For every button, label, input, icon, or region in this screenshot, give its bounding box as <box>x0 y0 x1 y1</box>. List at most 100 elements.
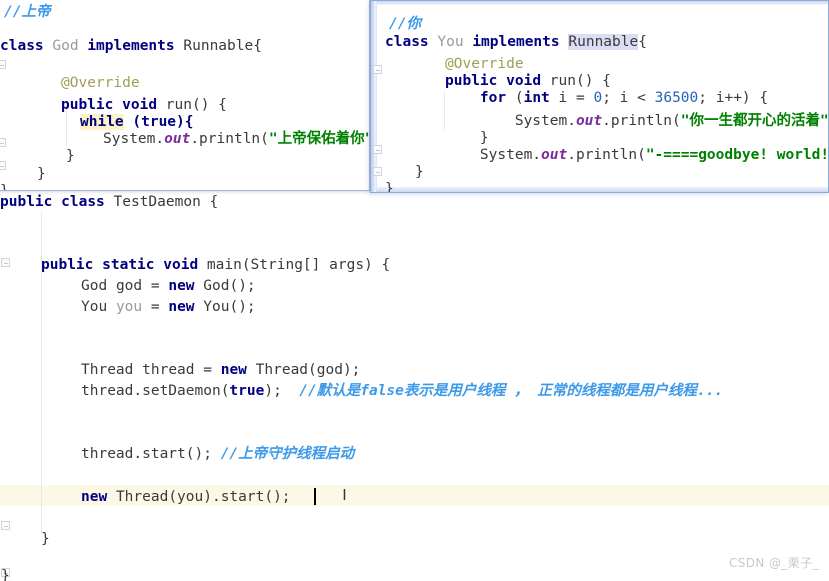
keyword-true: true <box>229 383 265 399</box>
popup-left-annotation: @Override <box>61 73 140 94</box>
popup-right-close-method: } <box>415 162 424 183</box>
closing-brace: } <box>0 183 9 191</box>
while-condition-true: (true){ <box>132 114 194 130</box>
keyword-new: new <box>81 489 108 505</box>
class-name-god: God <box>52 38 79 54</box>
variable-you-unused: you <box>115 299 143 315</box>
method-run: run() { <box>165 97 227 113</box>
popup-left-close-class: } <box>0 181 9 191</box>
field-out: out <box>541 147 568 163</box>
popup-left-comment-line: //上帝 <box>4 2 50 23</box>
closing-brace: } <box>37 166 46 182</box>
main-params: (String[] args) { <box>241 257 391 273</box>
gutter-fold-marker[interactable] <box>373 145 382 154</box>
separator: ; <box>602 90 620 106</box>
keyword-class: class <box>385 34 429 50</box>
number-zero: 0 <box>593 90 603 106</box>
paren: ( <box>506 90 524 106</box>
code-line-god-instantiation[interactable]: God god = new God(); <box>81 276 256 297</box>
string-literal-happy-life: "你一生都开心的活着" <box>680 113 829 129</box>
field-out: out <box>575 113 603 129</box>
keyword-static: static <box>102 257 155 273</box>
closing-brace-class: } <box>1 568 10 581</box>
assign: = <box>194 362 221 378</box>
gutter-fold-marker[interactable] <box>0 138 6 147</box>
separator: ; <box>698 90 716 106</box>
keyword-public: public <box>0 194 53 210</box>
string-literal-goodbye-world: "-====goodbye! world!=======" <box>645 147 829 163</box>
popup-god-class-preview[interactable]: //上帝 class God implements Runnable{ @Ove… <box>0 0 370 191</box>
number-limit: 36500 <box>654 90 699 106</box>
method-println: .println( <box>602 113 681 129</box>
code-line-thread-creation[interactable]: Thread thread = new Thread(god); <box>81 360 360 381</box>
method-println: .println( <box>567 147 646 163</box>
comment-shangdi: //上帝 <box>4 4 51 20</box>
type-thread: Thread <box>81 362 134 378</box>
variable-thread: thread <box>142 362 195 378</box>
code-line-setdaemon[interactable]: thread.setDaemon(true); //默认是false表示是用户线… <box>81 381 723 402</box>
gutter-fold-marker[interactable] <box>373 65 382 74</box>
popup-right-println-goodbye: System.out.println("-====goodbye! world!… <box>445 145 829 166</box>
method-name-main: main <box>206 257 242 273</box>
class-name-you: You <box>437 34 464 50</box>
screenshot-root: public class TestDaemon { public static … <box>0 0 829 581</box>
closing-brace: } <box>479 130 489 146</box>
inline-comment-setdaemon: //默认是false表示是用户线程 ， 正常的线程都是用户线程... <box>299 383 724 399</box>
gutter-fold-marker[interactable] <box>373 167 382 176</box>
constructor-you: You(); <box>203 299 256 315</box>
type-you: You <box>81 299 108 315</box>
gutter-fold-marker[interactable] <box>0 60 6 69</box>
popup-left-close-method: } <box>37 164 46 185</box>
call-setdaemon: .setDaemon( <box>133 383 230 399</box>
keyword-new: new <box>168 278 195 294</box>
gutter-fold-marker[interactable] <box>1 521 10 530</box>
keyword-new: new <box>168 299 195 315</box>
popup-right-for-loop: for (int i = 0; i < 36500; i++) { <box>445 88 768 109</box>
popup-right-class-declaration: class You implements Runnable{ <box>385 32 647 53</box>
code-line-you-instantiation[interactable]: You you = new You(); <box>81 297 256 318</box>
keyword-implements: implements <box>472 34 560 50</box>
keyword-void: void <box>506 73 542 89</box>
code-line-class-declaration[interactable]: public class TestDaemon { <box>0 192 218 213</box>
code-line-thread-start[interactable]: thread.start(); //上帝守护线程启动 <box>81 444 354 465</box>
gutter-fold-marker[interactable] <box>0 161 6 170</box>
closing-brace: } <box>66 148 75 164</box>
code-line-main-method[interactable]: public static void main(String[] args) { <box>41 255 390 276</box>
field-out: out <box>164 131 191 147</box>
variable-thread: thread <box>81 383 134 399</box>
gutter-fold-marker[interactable] <box>1 258 10 267</box>
popup-left-println: System.out.println("上帝保佑着你"); <box>103 129 369 150</box>
method-println: .println( <box>190 131 269 147</box>
popup-right-close-class: } <box>385 179 394 192</box>
popup-right-println-happy: System.out.println("你一生都开心的活着"); <box>445 111 829 132</box>
keyword-class: class <box>61 194 105 210</box>
code-line-close-main[interactable]: } <box>41 529 50 550</box>
code-line-new-thread-you[interactable]: new Thread(you).start(); <box>81 487 291 508</box>
assign: = <box>567 90 594 106</box>
loop-increment: i++) { <box>715 90 769 106</box>
keyword-class: class <box>0 38 44 54</box>
code-line-close-class[interactable]: } <box>1 566 10 581</box>
less-than: < <box>628 90 655 106</box>
popup-you-class-preview[interactable]: //你 class You implements Runnable{ @Over… <box>370 0 829 193</box>
closing-brace-main: } <box>41 531 50 547</box>
keyword-for: for <box>479 90 507 106</box>
open-brace: { <box>638 34 647 50</box>
type-god: God <box>81 278 108 294</box>
keyword-void: void <box>122 97 158 113</box>
